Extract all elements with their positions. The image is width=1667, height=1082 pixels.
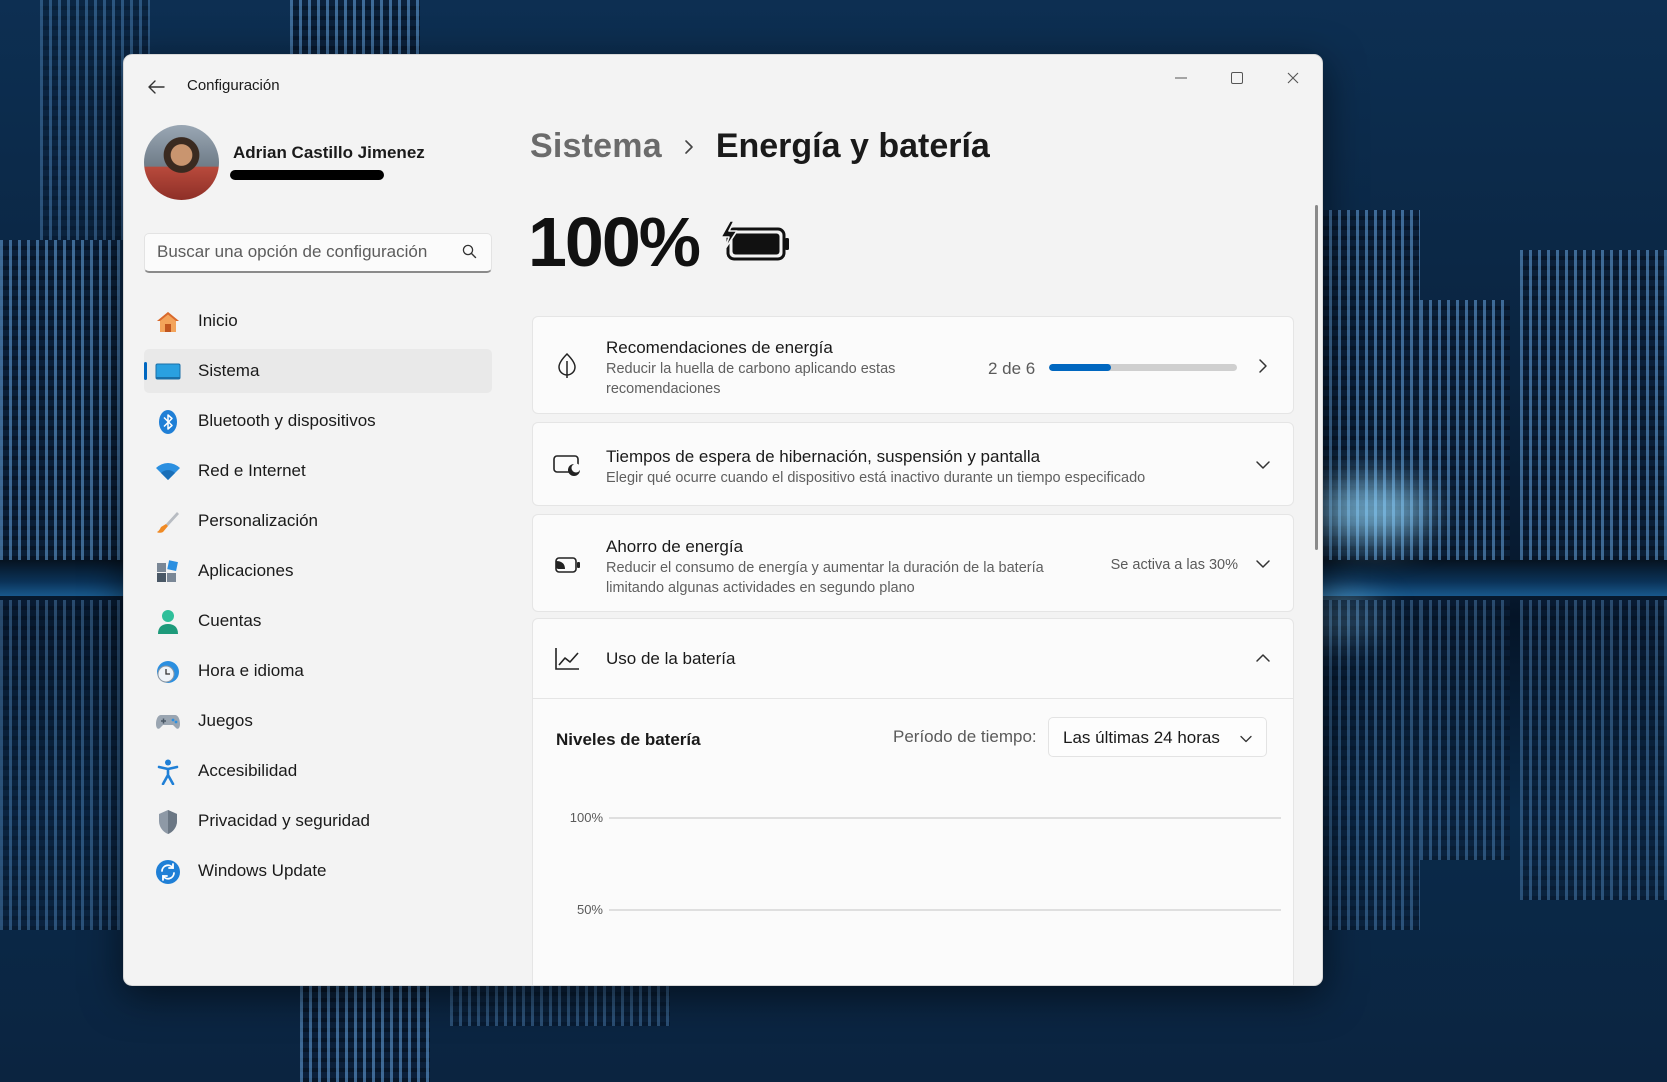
card-title: Tiempos de espera de hibernación, suspen… <box>606 447 1041 466</box>
card-title: Recomendaciones de energía <box>606 338 833 357</box>
breadcrumb-parent-link[interactable]: Sistema <box>530 127 662 166</box>
battery-levels-chart: 100% 50% <box>570 810 1281 917</box>
battery-usage-header[interactable]: Uso de la batería <box>533 619 1293 699</box>
maximize-button[interactable] <box>1214 61 1260 95</box>
recommendations-count: 2 de 6 <box>988 359 1036 378</box>
sidebar-item-cuentas[interactable]: Cuentas <box>144 599 492 643</box>
back-button[interactable] <box>142 73 170 101</box>
sidebar-item-inicio[interactable]: Inicio <box>144 299 492 343</box>
back-arrow-icon <box>148 80 165 94</box>
page-title: Energía y batería <box>715 127 990 165</box>
sidebar-item-sistema[interactable]: Sistema <box>144 349 492 393</box>
home-icon <box>155 309 181 335</box>
card-subtitle: Elegir qué ocurre cuando el dispositivo … <box>606 470 1146 486</box>
sidebar-item-aplicaciones[interactable]: Aplicaciones <box>144 549 492 593</box>
title-bar: Configuración <box>124 55 1322 115</box>
progress-fill <box>1049 364 1112 371</box>
y-tick-label: 50% <box>577 902 603 917</box>
chevron-down-icon <box>1253 554 1273 574</box>
energy-saver-card[interactable]: Ahorro de energía Reducir el consumo de … <box>532 514 1294 612</box>
sidebar-item-bluetooth[interactable]: Bluetooth y dispositivos <box>144 399 492 443</box>
sidebar-item-label: Juegos <box>198 711 253 730</box>
battery-usage-card: Uso de la batería Niveles de batería Per… <box>532 618 1294 985</box>
sidebar-item-windows-update[interactable]: Windows Update <box>144 849 492 893</box>
period-label: Período de tiempo: <box>893 727 1037 746</box>
brush-icon <box>155 509 181 535</box>
close-icon <box>1287 72 1299 84</box>
sidebar-item-personalizacion[interactable]: Personalización <box>144 499 492 543</box>
chevron-up-icon <box>1253 648 1273 668</box>
leaf-icon <box>553 352 581 380</box>
battery-levels-title: Niveles de batería <box>556 730 701 749</box>
sidebar-item-label: Aplicaciones <box>198 561 294 580</box>
avatar <box>144 125 219 200</box>
system-icon <box>155 359 181 385</box>
energy-recommendations-card[interactable]: Recomendaciones de energía Reducir la hu… <box>532 316 1294 414</box>
sidebar-item-label: Bluetooth y dispositivos <box>198 411 376 430</box>
battery-percentage: 100% <box>528 203 701 281</box>
card-subtitle: Reducir el consumo de energía y aumentar… <box>606 560 1044 576</box>
sidebar-item-red[interactable]: Red e Internet <box>144 449 492 493</box>
sidebar-item-label: Windows Update <box>198 861 327 880</box>
update-icon <box>155 859 181 885</box>
breadcrumb: Sistema Energía y batería <box>530 127 990 166</box>
sidebar-item-label: Hora e idioma <box>198 661 304 680</box>
sidebar-item-accesibilidad[interactable]: Accesibilidad <box>144 749 492 793</box>
period-selected-value: Las últimas 24 horas <box>1063 728 1220 747</box>
sidebar-item-label: Accesibilidad <box>198 761 298 780</box>
settings-window: Configuración Adrian Castillo Jimenez In… <box>123 54 1323 986</box>
app-title: Configuración <box>187 77 280 94</box>
sidebar-item-label: Personalización <box>198 511 319 530</box>
accessibility-icon <box>155 759 181 785</box>
gamepad-icon <box>155 709 181 735</box>
shield-icon <box>155 809 181 835</box>
sidebar-nav: Inicio Sistema Bluetooth y dispositivos … <box>144 299 492 899</box>
account-icon <box>155 609 181 635</box>
sidebar-item-label: Sistema <box>198 361 260 380</box>
sidebar-item-label: Cuentas <box>198 611 262 630</box>
screen-moon-icon <box>553 451 581 479</box>
search-icon[interactable] <box>462 244 477 259</box>
apps-icon <box>155 559 181 585</box>
wifi-icon <box>155 459 181 485</box>
line-chart-icon <box>553 645 581 673</box>
settings-search[interactable] <box>144 233 492 273</box>
sidebar-item-label: Inicio <box>198 311 238 330</box>
period-dropdown[interactable]: Las últimas 24 horas <box>1048 717 1267 757</box>
user-name: Adrian Castillo Jimenez <box>233 143 425 162</box>
energy-saver-threshold: Se activa a las 30% <box>1110 557 1238 573</box>
minimize-icon <box>1175 77 1187 79</box>
chevron-right-icon <box>684 139 694 155</box>
sidebar-item-label: Privacidad y seguridad <box>198 811 370 830</box>
clock-globe-icon <box>155 659 181 685</box>
card-title: Uso de la batería <box>606 649 736 668</box>
chevron-down-icon <box>1240 730 1252 748</box>
recommendations-progress-bar <box>1049 364 1237 371</box>
card-subtitle: Reducir la huella de carbono aplicando e… <box>606 361 896 377</box>
card-subtitle: limitando algunas actividades en segundo… <box>606 580 915 596</box>
battery-saver-icon <box>553 551 581 579</box>
card-subtitle: recomendaciones <box>606 381 721 397</box>
chevron-down-icon <box>1253 455 1273 475</box>
redacted-email <box>230 170 384 180</box>
search-input[interactable] <box>157 234 457 270</box>
bluetooth-icon <box>155 409 181 435</box>
sidebar-item-hora[interactable]: Hora e idioma <box>144 649 492 693</box>
y-tick-label: 100% <box>570 810 604 825</box>
card-title: Ahorro de energía <box>606 537 744 556</box>
close-button[interactable] <box>1270 61 1316 95</box>
maximize-icon <box>1231 72 1243 84</box>
minimize-button[interactable] <box>1158 61 1204 95</box>
sidebar-item-privacidad[interactable]: Privacidad y seguridad <box>144 799 492 843</box>
main-scrollbar[interactable] <box>1315 205 1318 550</box>
sleep-timeouts-card[interactable]: Tiempos de espera de hibernación, suspen… <box>532 422 1294 506</box>
chevron-right-icon <box>1253 356 1273 376</box>
battery-charging-icon <box>720 220 790 272</box>
sidebar-item-juegos[interactable]: Juegos <box>144 699 492 743</box>
sidebar-item-label: Red e Internet <box>198 461 306 480</box>
